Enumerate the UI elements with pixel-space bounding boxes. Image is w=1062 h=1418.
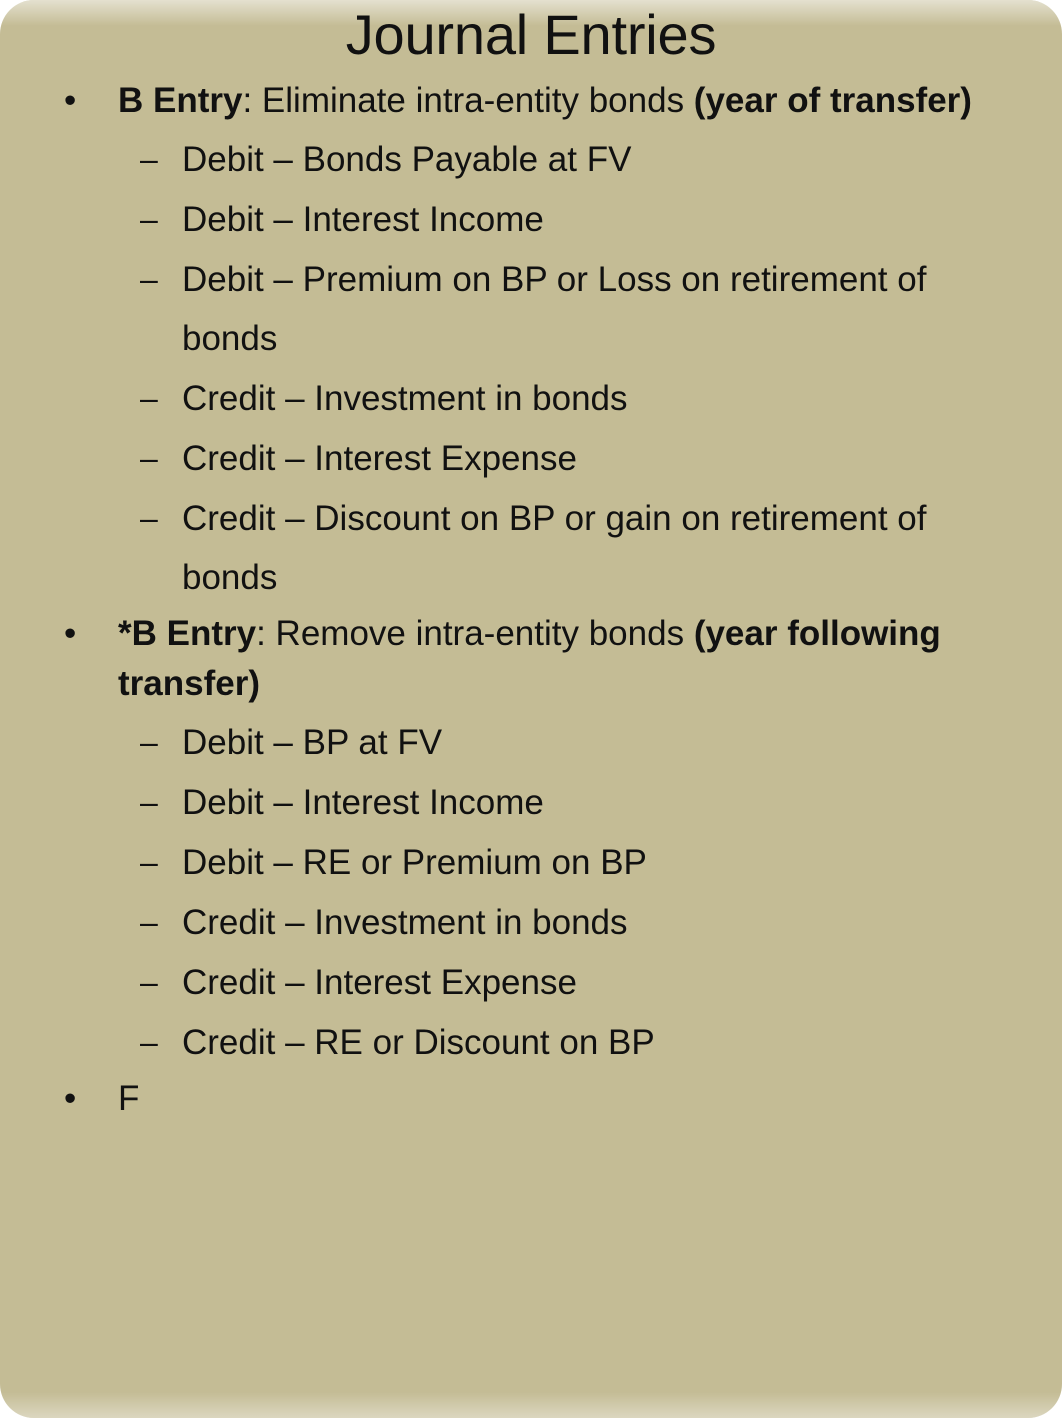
outline-level2-item: – Credit – Investment in bonds [118,893,1006,952]
outline-level1-item: • B Entry: Eliminate intra-entity bonds (… [0,76,1006,607]
bullet-dot-icon: • [64,81,77,120]
outline-level2-label: Credit – Discount on BP or gain on retir… [182,499,927,597]
outline-level2-label: Debit – Interest Income [182,200,544,239]
outline-level2-item: – Credit – RE or Discount on BP [118,1013,1006,1072]
outline-level2-item: – Debit – Interest Income [118,773,1006,832]
page-title: Journal Entries [345,3,717,66]
outline-level2-item: – Debit – Premium on BP or Loss on retire… [118,250,1006,368]
outline-level2-item: – Debit – RE or Premium on BP [118,833,1006,892]
outline-level2-item: – Credit – Investment in bonds [118,369,1006,428]
outline-level2-list: – Debit – Bonds Payable at FV – Debit – Int… [118,130,1006,607]
outline-level2-label: Credit – Interest Expense [182,439,577,478]
outline-level2-label: Debit – RE or Premium on BP [182,843,647,882]
heading-trail-bold: (year of transfer) [693,81,972,120]
outline-level2-label: Credit – RE or Discount on BP [182,1023,655,1062]
heading-lead-bold: *B Entry [118,614,257,653]
outline-level2-item: – Debit – Interest Income [118,190,1006,249]
outline-level2-label: Debit – BP at FV [182,723,443,762]
heading-middle-regular: : Remove intra-entity bonds [256,614,694,653]
bullet-dash-icon: – [140,964,158,1000]
outline-level2-label: Debit – Premium on BP or Loss on retirem… [182,260,927,358]
outline-level1-label: F [118,1079,139,1118]
outline-level2-item: – Credit – Discount on BP or gain on reti… [118,489,1006,607]
outline-level2-label: Debit – Interest Income [182,783,544,822]
bullet-dash-icon: – [140,261,158,297]
heading-middle-regular: : Eliminate intra-entity bonds [242,81,694,120]
outline-level2-list: – Debit – BP at FV – Debit – Interest Incom… [118,713,1006,1072]
bullet-dash-icon: – [140,440,158,476]
outline-level1-item: • *B Entry: Remove intra-entity bonds (ye… [0,609,1006,1072]
bullet-dot-icon: • [64,614,77,653]
outline-level1-label: B Entry: Eliminate intra-entity bonds (y… [118,81,972,120]
bullet-dash-icon: – [140,724,158,760]
outline-level2-label: Credit – Interest Expense [182,963,577,1002]
heading-lead-bold: B Entry [118,81,243,120]
outline-level2-item: – Debit – BP at FV [118,713,1006,772]
outline-level2-item: – Credit – Interest Expense [118,429,1006,488]
outline-level1-item: • F [0,1074,1006,1124]
outline-level2-item: – Credit – Interest Expense [118,953,1006,1012]
outline-level2-label: Debit – Bonds Payable at FV [182,140,632,179]
outline-level1-label: *B Entry: Remove intra-entity bonds (yea… [118,614,941,703]
bullet-dash-icon: – [140,201,158,237]
bullet-dash-icon: – [140,380,158,416]
bullet-dot-icon: • [64,1079,77,1118]
slide-surface: Journal Entries • B Entry: Eliminate intr… [0,0,1062,1418]
bullet-dash-icon: – [140,1024,158,1060]
outline-level2-label: Credit – Investment in bonds [182,379,628,418]
outline-level2-item: – Debit – Bonds Payable at FV [118,130,1006,189]
outline-level1-list: • B Entry: Eliminate intra-entity bonds (… [0,76,1006,1124]
bullet-dash-icon: – [140,784,158,820]
bullet-dash-icon: – [140,141,158,177]
bullet-dash-icon: – [140,844,158,880]
bullet-dash-icon: – [140,500,158,536]
outline-level2-label: Credit – Investment in bonds [182,903,628,942]
heading-middle-regular: F [118,1079,140,1118]
bullet-dash-icon: – [140,904,158,940]
slide-body: • B Entry: Eliminate intra-entity bonds (… [0,76,1062,1124]
